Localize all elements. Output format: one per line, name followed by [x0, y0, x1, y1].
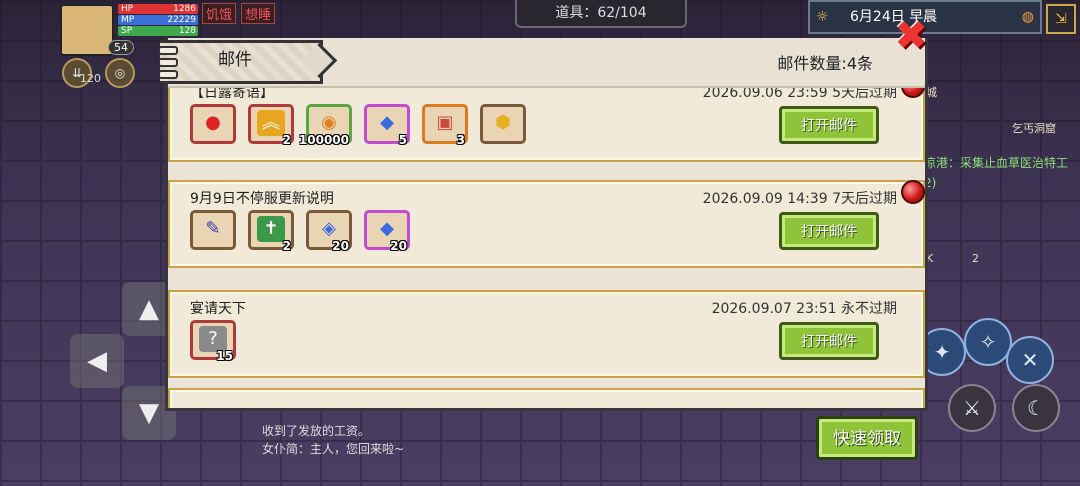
hp-bar: HP 1286	[118, 4, 198, 14]
mail-date: 2026.09.07 23:51 永不过期	[711, 301, 897, 317]
diamond-icon: ◆	[380, 112, 394, 133]
chat-line: 收到了发放的工资。	[262, 424, 371, 438]
mp-bar: MP 22229	[118, 15, 198, 25]
sp-bar: SP 128	[118, 26, 198, 36]
map-location-label: 乞丐洞窟	[1012, 122, 1056, 135]
unread-dot	[901, 180, 925, 204]
sword-attack-icon[interactable]: ⚔	[948, 384, 996, 432]
mail-item[interactable]: 宴请天下 2026.09.07 23:51 永不过期 ? 15 打开邮件	[168, 290, 925, 378]
quick-claim-button[interactable]: 快速领取	[816, 416, 918, 460]
mail-item[interactable]: 9月9日不停服更新说明 2026.09.09 14:39 7天后过期 ✎ ✝ 2 …	[168, 180, 925, 268]
gem-icon: ▣	[436, 112, 454, 133]
bow-icon[interactable]: ☾	[1012, 384, 1060, 432]
buff-count: 120	[80, 72, 101, 85]
sun-icon: ☼	[816, 9, 829, 25]
quest-tracker-text[interactable]: 凉港：采集止血草医治特工	[924, 154, 1068, 171]
attachment-slot[interactable]: ✝ 2	[248, 210, 294, 253]
player-level: 54	[108, 40, 134, 55]
attachment-slot[interactable]: ▣ 3	[422, 104, 468, 147]
unread-dot	[901, 88, 925, 98]
mail-dialog-title: 邮件	[218, 50, 252, 70]
attachment-slot[interactable]: ●	[190, 104, 236, 144]
chat-line: 女仆简：主人，您回来啦~	[262, 442, 405, 456]
rank-up-icon: ︽	[257, 110, 285, 136]
right-slot-qty: 2	[972, 252, 979, 265]
mail-list[interactable]: 【日露寄语】 2026.09.06 23:59 5天后过期 ● ︽ 2 ◉ 1000…	[168, 88, 925, 408]
mail-title: 【日露寄语】	[190, 88, 274, 101]
mail-count: 邮件数量:4条	[777, 54, 873, 73]
mail-date: 2026.09.06 23:59 5天后过期	[702, 88, 897, 101]
dpad-left[interactable]: ◀	[70, 334, 124, 388]
staff-icon: ✎	[205, 218, 221, 239]
mail-date: 2026.09.09 14:39 7天后过期	[702, 191, 897, 207]
notebook-ring	[158, 46, 178, 55]
mail-dialog: 邮件 邮件数量:4条 【日露寄语】 2026.09.06 23:59 5天后过期…	[158, 38, 928, 411]
attachment-slot[interactable]: ◆ 20	[364, 210, 410, 253]
notebook-ring	[158, 58, 178, 67]
player-avatar[interactable]	[60, 4, 114, 56]
attachment-slot[interactable]: ◆ 5	[364, 104, 410, 147]
attachment-slot[interactable]: ? 15	[190, 320, 236, 363]
mail-title: 9月9日不停服更新说明	[190, 191, 334, 207]
attachment-slot[interactable]: ✎	[190, 210, 236, 250]
chat-log: 收到了发放的工资。 女仆简：主人，您回来啦~	[262, 422, 404, 458]
book-icon: ✝	[257, 216, 285, 242]
mail-item[interactable]: 【日露寄语】 2026.09.06 23:59 5天后过期 ● ︽ 2 ◉ 1000…	[168, 88, 925, 162]
open-mail-button[interactable]: 打开邮件	[779, 106, 879, 144]
status-sleepy[interactable]: 想睡	[241, 3, 276, 24]
close-icon[interactable]: ✖	[893, 16, 929, 56]
mail-title: 宴请天下	[190, 301, 246, 317]
attachment-slot[interactable]: ◈ 20	[306, 210, 352, 253]
attachment-slot[interactable]: ⬢	[480, 104, 526, 144]
gold-badge-icon: ⬢	[495, 112, 511, 133]
open-mail-button[interactable]: 打开邮件	[779, 322, 879, 360]
notebook-ring	[158, 70, 178, 79]
mail-dialog-header: 邮件 邮件数量:4条	[158, 38, 925, 88]
status-hunger[interactable]: 饥饿	[202, 3, 237, 24]
open-mail-button[interactable]: 打开邮件	[779, 212, 879, 250]
globe-icon: ◍	[1021, 9, 1034, 25]
skill-orb-icon[interactable]: ◎	[105, 58, 135, 88]
mail-item[interactable]	[168, 388, 925, 408]
skill-3-icon[interactable]: ✕	[1006, 336, 1054, 384]
attachment-slot[interactable]: ◉ 100000	[299, 104, 352, 147]
items-counter[interactable]: 道具：62/104	[515, 0, 687, 28]
attachment-slot[interactable]: ︽ 2	[248, 104, 294, 147]
exit-icon[interactable]: ⇲	[1046, 4, 1076, 34]
apple-icon: ●	[205, 112, 221, 133]
skill-2-icon[interactable]: ✧	[964, 318, 1012, 366]
